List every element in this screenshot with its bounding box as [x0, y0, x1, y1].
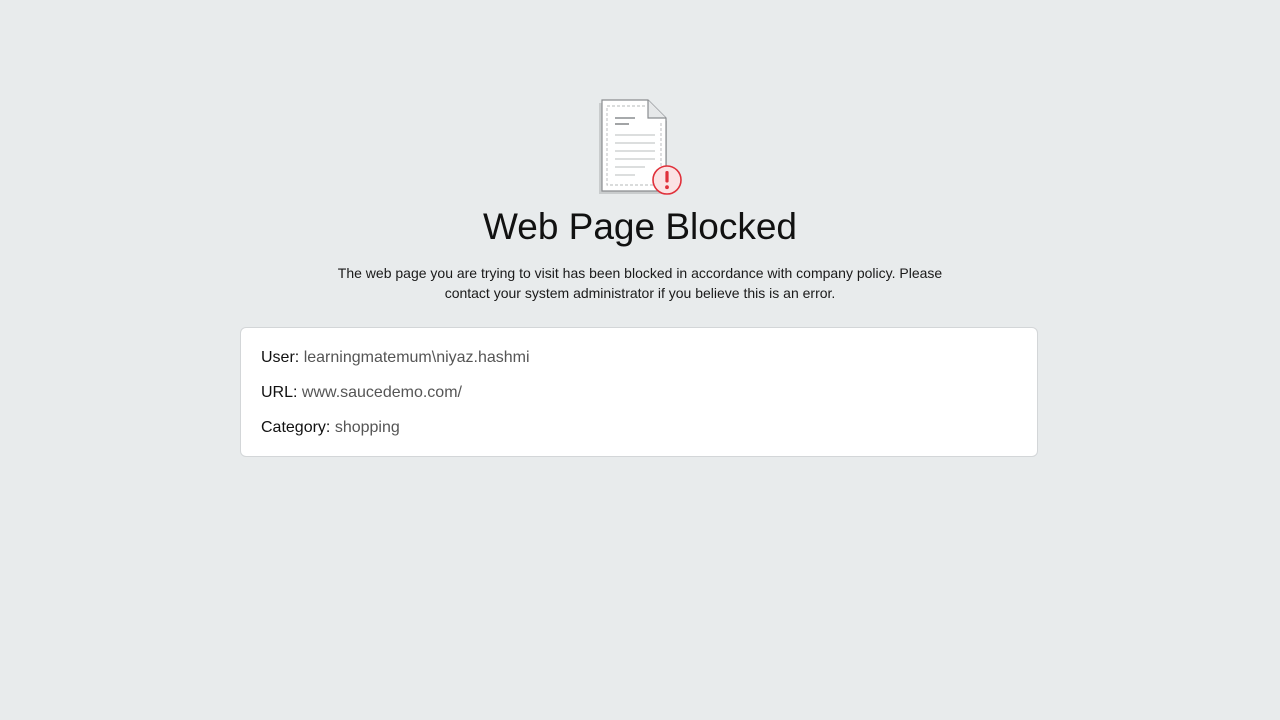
url-label: URL: [261, 384, 298, 401]
blocked-page: Web Page Blocked The web page you are tr… [0, 0, 1280, 720]
url-row: URL: www.saucedemo.com/ [261, 382, 1017, 404]
category-value: shopping [334, 419, 400, 436]
page-title: Web Page Blocked [482, 206, 797, 247]
category-row: Category: shopping [261, 417, 1017, 439]
blocked-document-icon [597, 99, 685, 197]
user-label: User: [261, 349, 300, 366]
block-message: The web page you are trying to visit has… [337, 265, 943, 301]
details-card: User: learningmatemum\niyaz.hashmi URL: … [240, 327, 1038, 457]
category-label: Category: [261, 419, 331, 436]
user-row: User: learningmatemum\niyaz.hashmi [261, 347, 1017, 369]
user-value: learningmatemum\niyaz.hashmi [303, 349, 530, 366]
url-value: www.saucedemo.com/ [301, 384, 462, 401]
